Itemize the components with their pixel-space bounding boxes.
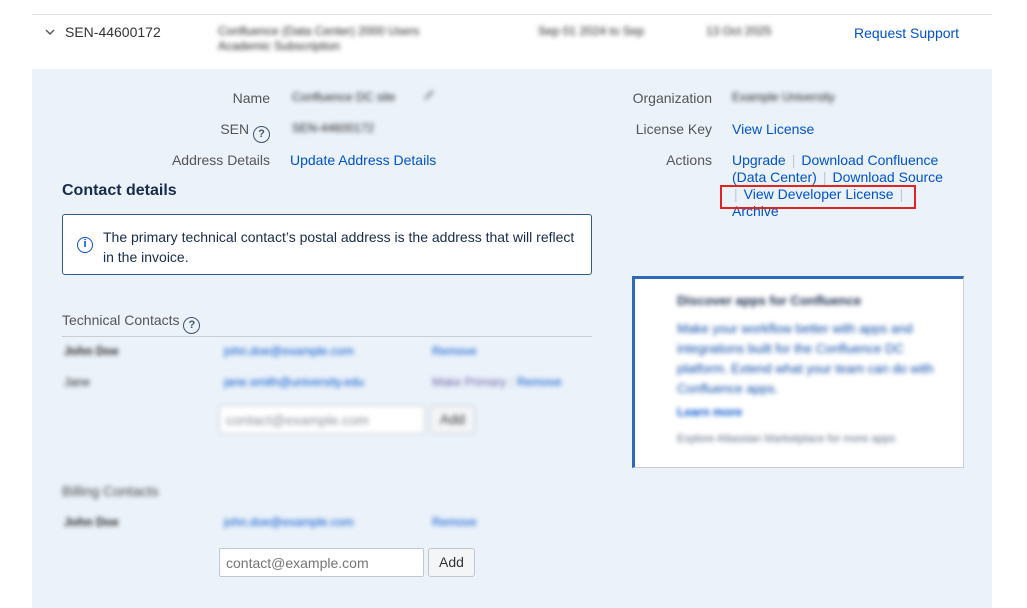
name-value: Confluence DC site: [292, 90, 396, 104]
sen-label-row: SEN ?: [120, 121, 270, 143]
sen-value: SEN-44600172: [292, 121, 375, 135]
contact-details-heading: Contact details: [62, 182, 177, 199]
billing-contacts-heading: Billing Contacts: [62, 483, 159, 499]
tech-contact-email-input[interactable]: contact@example.com: [219, 405, 425, 434]
actions-label: Actions: [666, 152, 712, 168]
request-support-link[interactable]: Request Support: [854, 25, 959, 41]
download-confluence-link[interactable]: Download Confluence: [801, 152, 938, 168]
tech-contact-name: John Doe: [64, 344, 119, 358]
view-license-link[interactable]: View License: [732, 121, 814, 137]
data-center-link[interactable]: (Data Center): [732, 169, 817, 185]
update-address-link[interactable]: Update Address Details: [290, 152, 436, 168]
billing-contact-remove-link[interactable]: Remove: [432, 515, 498, 529]
sen-number: SEN-44600172: [65, 24, 161, 40]
make-primary-link[interactable]: Make Primary: [432, 375, 506, 389]
promo-learn-more-link[interactable]: Learn more: [677, 405, 767, 419]
download-source-link[interactable]: Download Source: [832, 169, 943, 185]
help-icon[interactable]: ?: [253, 126, 270, 143]
tech-contact-remove-link[interactable]: Remove: [432, 344, 498, 358]
organization-value: Example University: [732, 90, 835, 104]
billing-contact-name: John Doe: [64, 515, 119, 529]
license-end-date: 13 Oct 2025: [706, 24, 772, 38]
separator: |: [510, 375, 514, 389]
name-label: Name: [232, 90, 270, 106]
license-key-label: License Key: [635, 121, 712, 137]
promo-card: Discover apps for Confluence Make your w…: [632, 276, 964, 468]
sen-label: SEN: [220, 121, 250, 137]
tech-contact-actions: Make Primary | Remove: [432, 375, 582, 389]
billing-contact-email-input[interactable]: [219, 548, 424, 577]
tech-contact-email[interactable]: john.doe@example.com: [224, 344, 402, 358]
separator: |: [791, 152, 796, 168]
chevron-down-icon[interactable]: [44, 26, 56, 38]
promo-body: Make your workflow better with apps and …: [677, 321, 934, 396]
license-period: Sep 01 2024 to Sep: [538, 24, 645, 38]
tech-contact-name: Jane: [64, 375, 91, 389]
product-name: Confluence (Data Center) 2000 Users Acad…: [218, 24, 420, 53]
help-icon[interactable]: ?: [183, 317, 201, 334]
edit-icon[interactable]: [422, 88, 436, 102]
highlight-box: [720, 185, 916, 209]
promo-footer: Explore Atlassian Marketplace for more a…: [677, 433, 896, 445]
info-text: The primary technical contact’s postal a…: [103, 229, 575, 265]
upgrade-link[interactable]: Upgrade: [732, 152, 786, 168]
billing-contact-email[interactable]: john.doe@example.com: [224, 515, 402, 529]
address-label: Address Details: [171, 152, 270, 168]
row-divider: [32, 14, 992, 15]
tech-contact-email[interactable]: jane.smith@university.edu: [224, 375, 416, 389]
info-message: i The primary technical contact’s postal…: [62, 214, 592, 275]
promo-title: Discover apps for Confluence: [677, 293, 862, 308]
tech-add-button[interactable]: Add: [430, 405, 475, 434]
remove-link[interactable]: Remove: [517, 375, 562, 389]
separator: |: [822, 169, 827, 185]
billing-add-button[interactable]: Add: [428, 548, 475, 577]
info-icon: i: [77, 237, 93, 253]
organization-label: Organization: [632, 90, 712, 106]
technical-contacts-label: Technical Contacts: [62, 312, 180, 328]
divider: [62, 336, 592, 337]
technical-contacts-heading: Technical Contacts ?: [62, 312, 201, 334]
